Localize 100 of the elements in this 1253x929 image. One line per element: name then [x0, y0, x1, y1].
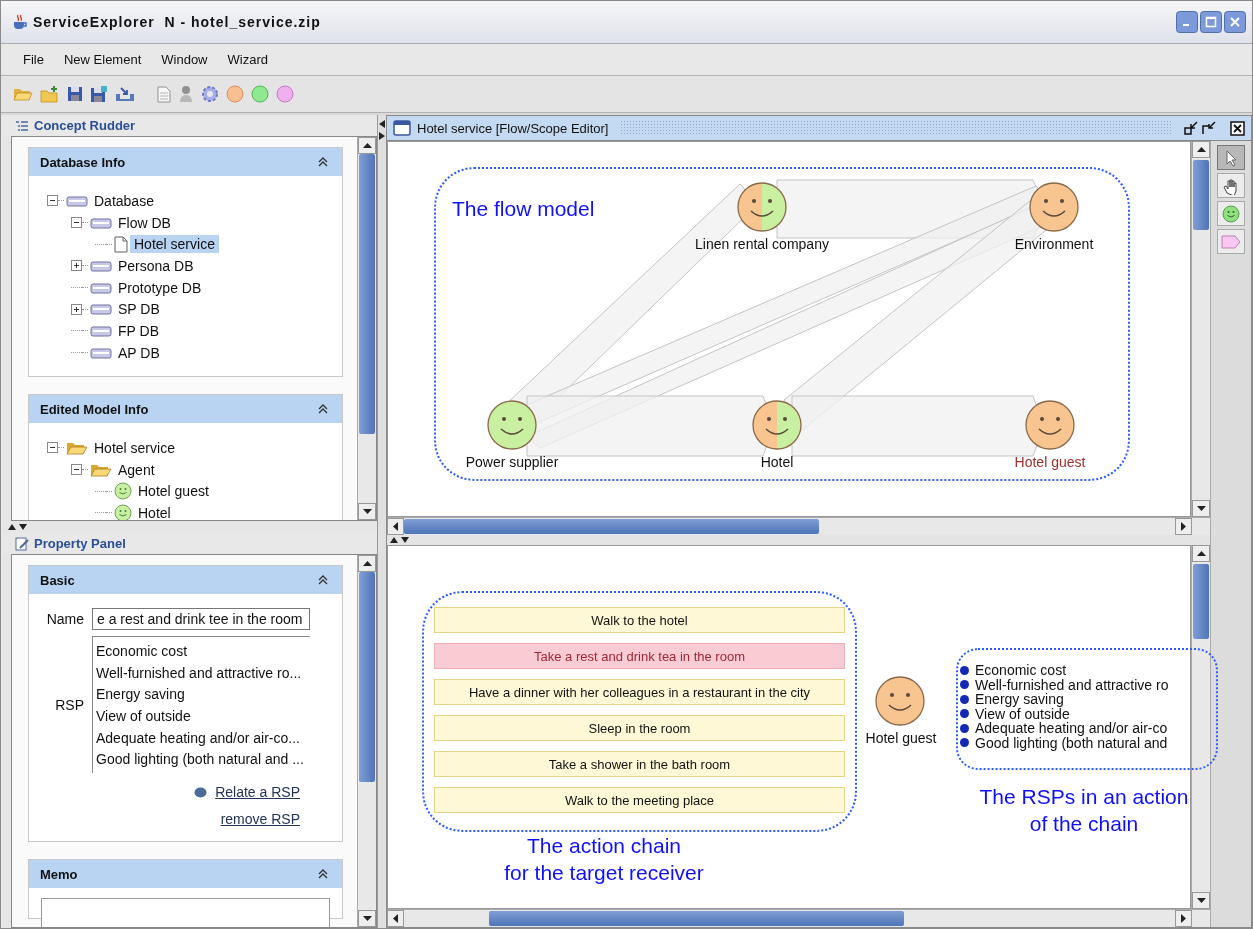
action-step[interactable]: Sleep in the room [434, 715, 845, 741]
menu-item[interactable]: Wizard [219, 50, 276, 69]
scroll-thumb[interactable] [1193, 160, 1209, 230]
save-as-icon[interactable] [90, 85, 108, 103]
agent-tool-button[interactable] [1217, 201, 1245, 226]
section-title: Database Info [40, 154, 126, 170]
window-title: ServiceExplorer N - hotel_service.zip [33, 14, 321, 30]
scroll-down-icon[interactable] [1196, 506, 1206, 511]
panel-title: Property Panel [34, 536, 126, 551]
minimize-button[interactable] [1176, 11, 1198, 33]
list-item[interactable]: View of outside [96, 706, 310, 728]
collapse-icon[interactable] [318, 869, 328, 880]
list-item[interactable]: Adequate heating and/or air-co... [96, 727, 310, 750]
section-header[interactable]: Memo [29, 860, 342, 889]
panel-title: Concept Rudder [34, 118, 136, 133]
collapse-icon[interactable] [318, 575, 328, 585]
tree-item[interactable]: Flow DB [114, 213, 175, 232]
smiley-icon[interactable] [875, 676, 925, 726]
list-icon [15, 119, 29, 132]
list-item[interactable]: Well-furnished and attractive ro... [96, 662, 310, 685]
menu-item[interactable]: Window [153, 50, 216, 69]
tree-item[interactable]: Hotel [134, 503, 175, 520]
scroll-down-icon[interactable] [362, 916, 372, 921]
section-header[interactable]: Database Info [29, 148, 342, 176]
rsp-list[interactable]: Economic cost Well-furnished and attractive ro... Energy saving View of outside Adequate heating and/or air-co... Good lighting (both natural and ... [92, 636, 310, 774]
tree-item[interactable]: Persona DB [114, 256, 198, 275]
splitter-arrows-icon[interactable] [7, 523, 29, 531]
action-step[interactable]: Take a shower in the bath room [434, 751, 845, 777]
restore-icon[interactable] [1184, 121, 1198, 135]
action-step[interactable]: Walk to the hotel [434, 607, 845, 633]
import-icon[interactable] [115, 86, 135, 102]
tree-item[interactable]: AP DB [114, 343, 164, 362]
tree-toggle-icon[interactable] [71, 303, 82, 315]
tree-toggle-icon[interactable] [71, 260, 82, 272]
scroll-up-icon[interactable] [362, 143, 372, 148]
scroll-down-icon[interactable] [362, 509, 372, 514]
splitter-arrows-icon[interactable] [389, 536, 411, 544]
name-field[interactable]: e a rest and drink tee in the room [92, 608, 310, 630]
scroll-thumb[interactable] [359, 572, 375, 782]
tree-item[interactable]: Agent [114, 460, 159, 479]
list-item[interactable]: Energy saving [96, 684, 310, 707]
scroll-thumb[interactable] [489, 911, 904, 926]
tree-toggle-icon[interactable] [47, 442, 58, 454]
scroll-thumb[interactable] [359, 154, 375, 434]
action-step[interactable]: Take a rest and drink tea in the room [434, 643, 845, 669]
action-step[interactable]: Have a dinner with her colleagues in a restaurant in the city [434, 679, 845, 705]
maximize-button[interactable] [1200, 11, 1222, 33]
list-item[interactable]: Economic cost [96, 641, 310, 663]
bullet-icon [194, 786, 208, 798]
tree-toggle-icon[interactable] [71, 217, 82, 229]
gear-icon[interactable] [201, 85, 219, 103]
scroll-down-icon[interactable] [1196, 898, 1206, 903]
tree-item[interactable]: Hotel service [90, 438, 179, 457]
menu-item[interactable]: File [15, 50, 52, 69]
remove-link[interactable]: remove RSP [220, 811, 300, 828]
section-header[interactable]: Edited Model Info [29, 395, 342, 423]
menu-item[interactable]: New Element [55, 50, 150, 69]
tree-item[interactable]: Hotel service [130, 235, 219, 254]
relate-link[interactable]: Relate a RSP [215, 784, 300, 801]
scroll-right-icon[interactable] [1181, 522, 1186, 531]
database-icon [90, 259, 112, 272]
section-title: Memo [40, 866, 78, 882]
save-icon[interactable] [67, 86, 83, 102]
scroll-right-icon[interactable] [1181, 914, 1186, 923]
vertical-scrollbar[interactable] [357, 555, 376, 927]
scroll-up-icon[interactable] [1196, 551, 1206, 556]
scroll-thumb[interactable] [404, 519, 819, 534]
scroll-left-icon[interactable] [393, 522, 398, 531]
memo-field[interactable] [41, 898, 330, 927]
minimize-icon[interactable] [1202, 121, 1216, 135]
section-header[interactable]: Basic [29, 566, 342, 594]
edit-icon [15, 536, 29, 551]
splitter-arrows-icon[interactable] [379, 119, 385, 141]
tree-toggle-icon[interactable] [47, 195, 58, 207]
action-step[interactable]: Walk to the meeting place [434, 787, 845, 813]
diagram-caption: The action chain for the target receiver [503, 833, 705, 886]
horizontal-scrollbar[interactable] [387, 909, 1210, 927]
pointer-tool-button[interactable] [1217, 145, 1245, 170]
collapse-icon[interactable] [318, 404, 328, 414]
new-folder-icon[interactable] [40, 85, 60, 103]
hand-tool-button[interactable] [1217, 173, 1245, 198]
tree-item[interactable]: Hotel guest [134, 482, 213, 501]
scroll-left-icon[interactable] [393, 914, 398, 923]
vertical-scrollbar[interactable] [357, 137, 376, 520]
tree-item[interactable]: FP DB [114, 321, 163, 340]
tree-item[interactable]: Prototype DB [114, 278, 206, 297]
scroll-thumb[interactable] [1193, 564, 1209, 639]
list-item[interactable]: Good lighting (both natural and ... [96, 749, 310, 772]
close-button[interactable] [1224, 11, 1246, 33]
collapse-icon[interactable] [318, 157, 328, 167]
tree-item[interactable]: Database [90, 191, 158, 210]
close-icon[interactable] [1230, 120, 1245, 136]
tree-item[interactable]: SP DB [114, 300, 164, 319]
agent-label: Hotel guest [864, 730, 938, 746]
vertical-scrollbar[interactable] [1191, 545, 1210, 909]
tree-toggle-icon[interactable] [71, 464, 82, 476]
scroll-up-icon[interactable] [1196, 147, 1206, 152]
horizontal-scrollbar[interactable] [387, 517, 1210, 535]
vertical-scrollbar[interactable] [1191, 141, 1210, 517]
scroll-up-icon[interactable] [362, 561, 372, 566]
